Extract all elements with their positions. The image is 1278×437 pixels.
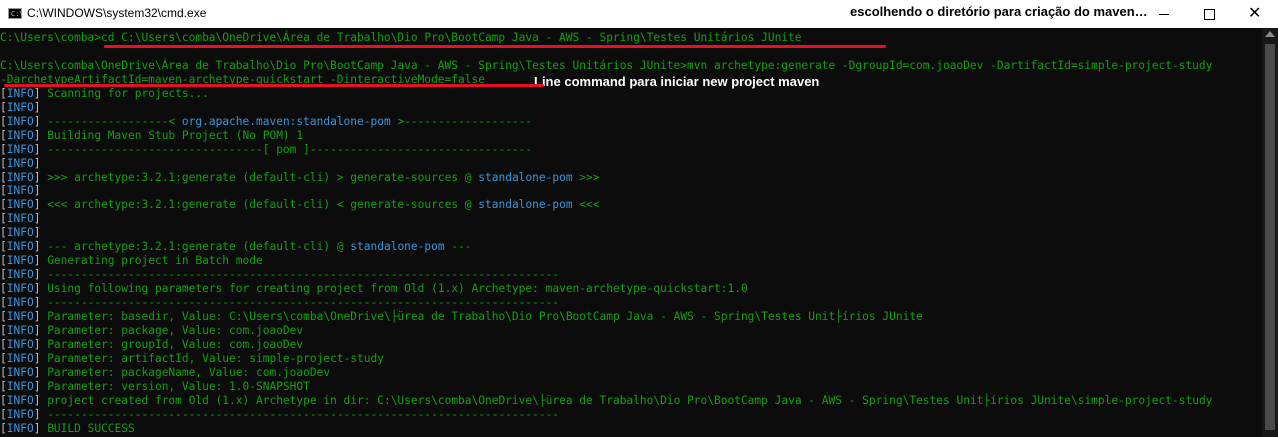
- scroll-thumb[interactable]: [1265, 44, 1275, 430]
- console-line: [INFO]: [0, 184, 41, 198]
- console-line: [INFO] Building Maven Stub Project (No P…: [0, 128, 304, 142]
- maximize-icon[interactable]: [1186, 0, 1232, 28]
- info-tag: INFO: [6, 254, 34, 268]
- info-tag: INFO: [6, 240, 34, 254]
- window-title: C:\WINDOWS\system32\cmd.exe: [27, 6, 207, 20]
- info-tag: INFO: [6, 407, 34, 421]
- console-line: [INFO] Parameter: version, Value: 1.0-SN…: [0, 379, 310, 393]
- console-line: [INFO] ------------------< org.apache.ma…: [0, 114, 533, 128]
- console-line: [INFO] <<< archetype:3.2.1:generate (def…: [0, 198, 600, 212]
- info-tag: INFO: [6, 86, 34, 100]
- console-line: [INFO] --- archetype:3.2.1:generate (def…: [0, 240, 472, 254]
- console-line: [INFO] Parameter: package, Value: com.jo…: [0, 323, 304, 337]
- console-line: [INFO]: [0, 226, 41, 240]
- red-underline-cd-command: [104, 45, 886, 48]
- console-line: [INFO] ---------------------------------…: [0, 407, 560, 421]
- info-tag: INFO: [6, 156, 34, 170]
- console-line: [INFO]: [0, 156, 41, 170]
- console-line: C:\Users\comba>cd C:\Users\comba\OneDriv…: [0, 31, 802, 44]
- scroll-up-arrow-icon[interactable]: [1265, 31, 1275, 37]
- cmd-icon: C:\: [8, 8, 24, 19]
- info-tag: INFO: [6, 393, 34, 407]
- red-underline-mvn-command: [4, 84, 544, 87]
- info-tag: INFO: [6, 365, 34, 379]
- console-line: [INFO] Using following parameters for cr…: [0, 282, 748, 296]
- console-line: [INFO] >>> archetype:3.2.1:generate (def…: [0, 170, 600, 184]
- info-tag: INFO: [6, 296, 34, 310]
- console-line: [INFO] Parameter: packageName, Value: co…: [0, 365, 331, 379]
- console-line: [INFO] ---------------------------------…: [0, 268, 560, 282]
- info-tag: INFO: [6, 212, 34, 226]
- console-line: [INFO] --------------------------------[…: [0, 142, 533, 156]
- console-line: [INFO]: [0, 100, 41, 114]
- info-tag: INFO: [6, 310, 34, 323]
- console-line: [INFO] BUILD SUCCESS: [0, 421, 135, 435]
- info-tag: INFO: [6, 100, 34, 114]
- console-line: [INFO] ---------------------------------…: [0, 296, 560, 310]
- info-tag: INFO: [6, 282, 34, 296]
- annotation-line-command: Line command para iniciar new project ma…: [534, 74, 820, 89]
- console-line: [INFO] Scanning for projects...: [0, 86, 209, 100]
- annotation-choose-directory: escolhendo o diretório para criação do m…: [850, 4, 1148, 19]
- console-line: [INFO] Parameter: basedir, Value: C:\Use…: [0, 310, 923, 323]
- info-tag: INFO: [6, 421, 34, 435]
- console-line: [INFO] Parameter: groupId, Value: com.jo…: [0, 337, 304, 351]
- console-line: [INFO] Parameter: artifactId, Value: sim…: [0, 351, 384, 365]
- info-tag: INFO: [6, 170, 34, 184]
- info-tag: INFO: [6, 226, 34, 240]
- info-tag: INFO: [6, 198, 34, 212]
- close-icon[interactable]: ✕: [1232, 0, 1278, 28]
- info-tag: INFO: [6, 184, 34, 198]
- console-output[interactable]: C:\Users\comba>cd C:\Users\comba\OneDriv…: [0, 28, 1258, 437]
- info-tag: INFO: [6, 337, 34, 351]
- info-tag: INFO: [6, 323, 34, 337]
- info-tag: INFO: [6, 379, 34, 393]
- info-tag: INFO: [6, 268, 34, 282]
- info-tag: INFO: [6, 351, 34, 365]
- info-tag: INFO: [6, 114, 34, 128]
- info-tag: INFO: [6, 142, 34, 156]
- console-line: C:\Users\comba\OneDrive\Área de Trabalho…: [0, 58, 1213, 72]
- console-line: [INFO]: [0, 212, 41, 226]
- info-tag: INFO: [6, 128, 34, 142]
- console-line: [INFO] project created from Old (1.x) Ar…: [0, 393, 1213, 407]
- console-line: [INFO] Generating project in Batch mode: [0, 254, 263, 268]
- vertical-scrollbar[interactable]: [1262, 28, 1278, 437]
